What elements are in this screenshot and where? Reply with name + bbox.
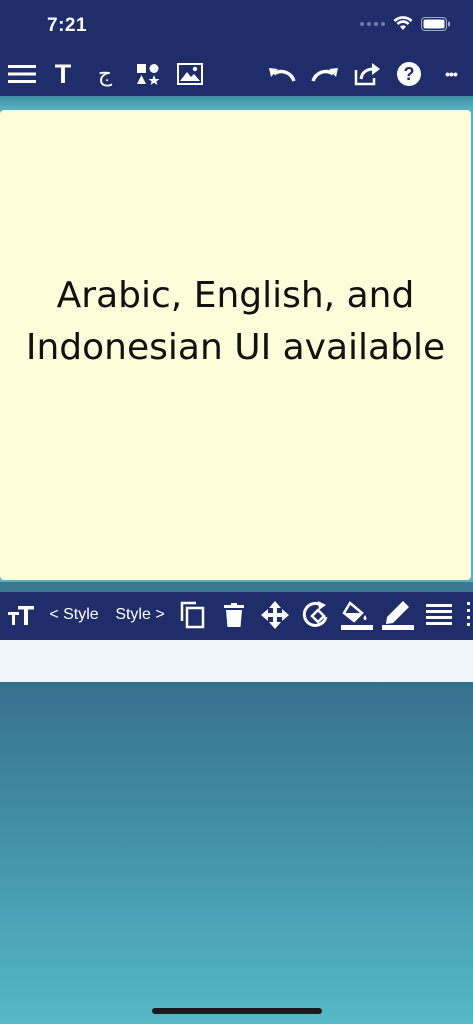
redo-icon[interactable] [309,52,341,96]
toolbar-overflow-indicator [465,592,471,638]
more-icon[interactable]: ••• [436,52,466,96]
canvas-bottom-border [0,582,473,592]
fill-color-icon[interactable] [339,592,375,638]
align-icon[interactable] [424,592,454,638]
help-icon[interactable]: ? [396,52,422,96]
style-toolbar: < Style Style > [0,592,473,638]
wifi-icon [393,16,413,30]
text-icon[interactable]: T [50,52,76,96]
calligraphy-icon[interactable]: ج [92,52,118,96]
pen-color-icon[interactable] [380,592,416,638]
status-bar: 7:21 [0,0,473,52]
duplicate-icon[interactable] [178,592,208,638]
canvas-text-line-2: Indonesian UI available [25,327,446,368]
rotate-icon[interactable] [300,592,332,638]
help-glyph: ? [397,62,421,86]
canvas-card[interactable]: Arabic, English, and Indonesian UI avail… [0,110,471,580]
status-indicators [360,16,451,31]
bottom-background [0,682,473,1024]
menu-icon[interactable] [6,52,38,96]
share-icon[interactable] [352,52,382,96]
canvas-text[interactable]: Arabic, English, and Indonesian UI avail… [26,270,445,374]
move-icon[interactable] [259,592,291,638]
battery-icon [421,16,450,31]
undo-icon[interactable] [266,52,298,96]
shapes-icon[interactable] [134,52,162,96]
text-size-icon[interactable] [6,592,36,638]
status-time: 7:21 [47,15,88,36]
canvas-area: Arabic, English, and Indonesian UI avail… [0,108,473,582]
home-indicator[interactable] [152,1008,322,1014]
next-style-button[interactable]: Style > [110,592,170,638]
cellular-signal-icon [360,21,385,26]
options-panel [0,640,473,682]
delete-icon[interactable] [220,592,248,638]
canvas-top-border [0,96,473,108]
top-toolbar: T ج ? ••• [0,52,473,96]
canvas-text-line-1: Arabic, English, and [56,275,415,316]
prev-style-button[interactable]: < Style [44,592,104,638]
image-icon[interactable] [176,52,204,96]
